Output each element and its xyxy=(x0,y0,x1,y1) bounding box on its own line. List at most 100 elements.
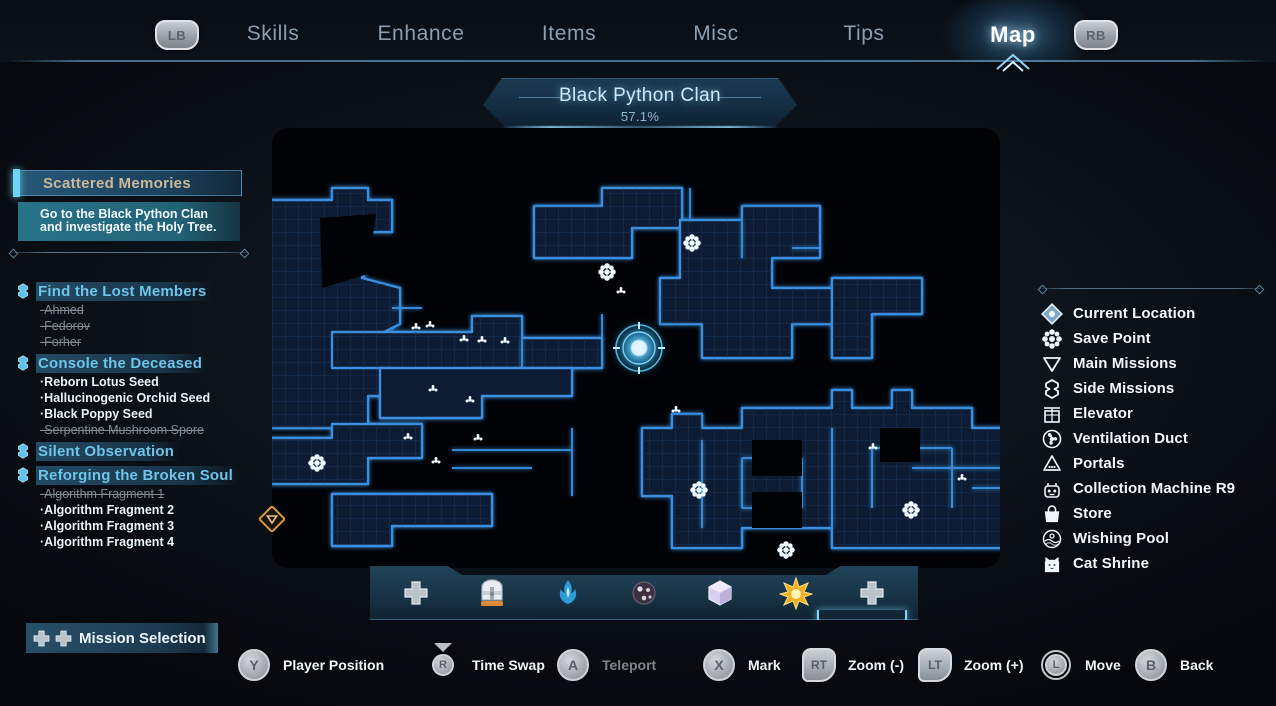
elevator-icon xyxy=(1040,402,1064,426)
tab-enhance[interactable]: Enhance xyxy=(377,22,464,46)
hint-label: Move xyxy=(1085,657,1121,673)
main-mission-map-marker[interactable] xyxy=(259,506,285,532)
dpad-left-icon[interactable] xyxy=(390,570,442,616)
top-navigation-bar: LB Skills Enhance Items Misc Tips Map RB xyxy=(0,0,1276,72)
treasure-chest-icon[interactable] xyxy=(466,570,518,616)
quest-objective: ·Ahmed xyxy=(40,303,84,317)
legend-label: Current Location xyxy=(1073,305,1196,322)
left-trigger-icon: LT xyxy=(918,648,952,682)
tab-misc[interactable]: Misc xyxy=(693,22,739,46)
button-hint-bar: Y Player Position R Time Swap A Teleport… xyxy=(0,640,1276,690)
nav-tab-list: LB Skills Enhance Items Misc Tips Map RB xyxy=(0,0,1276,62)
legend-item-elevator: Elevator xyxy=(1040,401,1276,426)
nav-divider xyxy=(8,60,1268,62)
legend-item-store: Store xyxy=(1040,501,1276,526)
wishing-pool-icon xyxy=(1040,527,1064,551)
quest-group-header[interactable]: Silent Observation xyxy=(0,440,256,462)
hint-time-swap[interactable]: R Time Swap xyxy=(427,640,545,690)
hint-label: Time Swap xyxy=(472,657,545,673)
map-filter-toolbar[interactable] xyxy=(370,566,918,620)
tab-skills[interactable]: Skills xyxy=(247,22,300,46)
save-point-icon xyxy=(1040,327,1064,351)
right-stick-icon: R xyxy=(427,643,459,681)
side-missions-icon xyxy=(1040,377,1064,401)
map-area-name: Black Python Clan xyxy=(558,85,722,106)
hint-move[interactable]: L Move xyxy=(1040,640,1121,690)
legend-label: Store xyxy=(1073,505,1112,522)
collection-machine-icon xyxy=(1040,477,1064,501)
hint-teleport: A Teleport xyxy=(557,640,656,690)
legend-label: Save Point xyxy=(1073,330,1151,347)
legend-item-ventilation-duct: Ventilation Duct xyxy=(1040,426,1276,451)
quest-objective: ·Hallucinogenic Orchid Seed xyxy=(40,391,211,405)
tab-tips[interactable]: Tips xyxy=(843,22,884,46)
right-trigger-icon: RT xyxy=(802,648,836,682)
quest-objective: ·Algorithm Fragment 2 xyxy=(40,503,175,517)
gold-star-icon[interactable] xyxy=(770,570,822,616)
hint-zoom-in[interactable]: LT Zoom (+) xyxy=(918,640,1024,690)
quest-group-title: Find the Lost Members xyxy=(36,281,213,301)
quest-sidebar: Scattered Memories Go to the Black Pytho… xyxy=(0,160,256,660)
map-legend: Current Location Save Point Main Mission… xyxy=(1040,288,1276,576)
active-quest-header[interactable]: Scattered Memories xyxy=(13,169,242,197)
portals-icon xyxy=(1040,452,1064,476)
left-stick-icon: L xyxy=(1040,649,1072,681)
quest-objective: ·Black Poppy Seed xyxy=(40,407,153,421)
side-mission-icon xyxy=(18,467,28,483)
active-tab-arrow-icon xyxy=(996,53,1030,72)
quest-objective: ·Algorithm Fragment 3 xyxy=(40,519,175,533)
quest-group-header[interactable]: Reforging the Broken Soul xyxy=(0,464,256,486)
legend-divider xyxy=(1040,288,1262,289)
legend-item-main-missions: Main Missions xyxy=(1040,351,1276,376)
dark-orb-icon[interactable] xyxy=(618,570,670,616)
legend-item-current-location: Current Location xyxy=(1040,301,1276,326)
quest-group-title: Reforging the Broken Soul xyxy=(36,465,240,485)
legend-label: Cat Shrine xyxy=(1073,555,1150,572)
toolbar-selected-indicator xyxy=(817,610,907,620)
hint-zoom-out[interactable]: RT Zoom (-) xyxy=(802,640,904,690)
main-missions-icon xyxy=(1040,352,1064,376)
tab-items[interactable]: Items xyxy=(542,22,596,46)
blue-flame-icon[interactable] xyxy=(542,570,594,616)
quest-group-title: Console the Deceased xyxy=(36,353,209,373)
cat-shrine-icon xyxy=(1040,552,1064,576)
left-bumper-icon[interactable]: LB xyxy=(155,20,199,50)
hint-label: Zoom (-) xyxy=(848,657,904,673)
store-icon xyxy=(1040,502,1064,526)
player-position-marker xyxy=(611,320,667,376)
quest-group: Console the Deceased ·Reborn Lotus Seed … xyxy=(0,352,256,438)
right-bumper-icon[interactable]: RB xyxy=(1074,20,1118,50)
quest-objective: ·Forher xyxy=(40,335,81,349)
active-quest-title: Scattered Memories xyxy=(43,174,191,192)
legend-label: Collection Machine R9 xyxy=(1073,480,1236,497)
side-mission-icon xyxy=(18,355,28,371)
legend-item-portals: Portals xyxy=(1040,451,1276,476)
quest-group-header[interactable]: Find the Lost Members xyxy=(0,280,256,302)
hint-mark[interactable]: X Mark xyxy=(703,640,781,690)
current-location-icon xyxy=(1040,302,1064,326)
legend-label: Main Missions xyxy=(1073,355,1177,372)
hint-player-position[interactable]: Y Player Position xyxy=(238,640,384,690)
legend-label: Ventilation Duct xyxy=(1073,430,1188,447)
map-viewport[interactable] xyxy=(272,128,1000,568)
legend-label: Wishing Pool xyxy=(1073,530,1170,547)
quest-objective: ·Reborn Lotus Seed xyxy=(40,375,159,389)
ice-cube-icon[interactable] xyxy=(694,570,746,616)
hint-label: Zoom (+) xyxy=(964,657,1024,673)
legend-item-wishing-pool: Wishing Pool xyxy=(1040,526,1276,551)
map-area-header: Black Python Clan 57.1% xyxy=(483,78,797,130)
legend-label: Side Missions xyxy=(1073,380,1175,397)
map-graphic xyxy=(272,128,1000,568)
hint-back[interactable]: B Back xyxy=(1135,640,1213,690)
tab-map[interactable]: Map xyxy=(990,22,1036,48)
quest-accent-bar xyxy=(13,169,20,197)
button-y-icon: Y xyxy=(238,649,270,681)
hint-label: Back xyxy=(1180,657,1214,673)
legend-item-cat-shrine: Cat Shrine xyxy=(1040,551,1276,576)
legend-label: Portals xyxy=(1073,455,1125,472)
quest-objective: ·Serpentine Mushroom Spore xyxy=(40,423,204,437)
legend-label: Elevator xyxy=(1073,405,1133,422)
quest-objective-list: Find the Lost Members ·Ahmed ·Fedorov ·F… xyxy=(0,280,256,552)
side-mission-icon xyxy=(18,443,28,459)
quest-group-header[interactable]: Console the Deceased xyxy=(0,352,256,374)
